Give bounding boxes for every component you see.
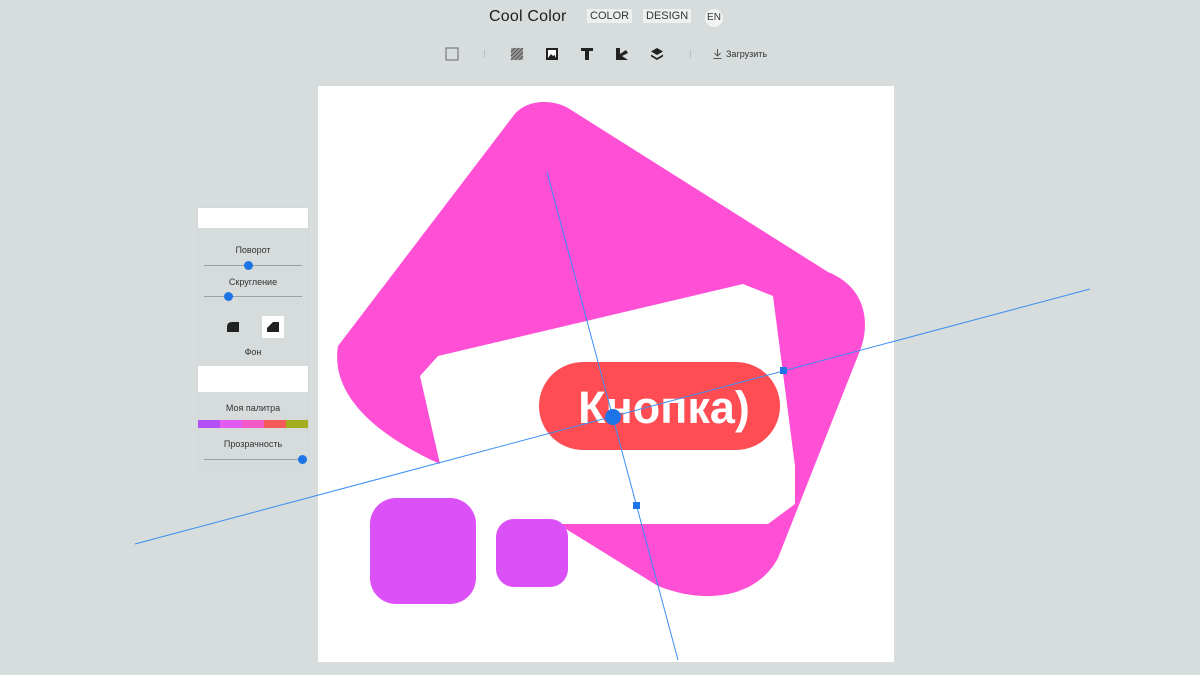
palette-swatch[interactable] — [264, 420, 286, 428]
opacity-label: Прозрачность — [223, 439, 283, 449]
sharp-corner-button[interactable] — [262, 316, 284, 338]
nav-design-link[interactable]: DESIGN — [643, 9, 692, 23]
language-switch[interactable]: EN — [705, 9, 723, 27]
design-canvas[interactable]: Кнопка) — [318, 86, 894, 662]
palette-swatch[interactable] — [198, 420, 220, 428]
text-tool-icon[interactable] — [579, 46, 595, 62]
shape-tool-icon[interactable] — [614, 46, 630, 62]
button-text[interactable]: Кнопка) — [578, 382, 750, 433]
toolbar-divider — [484, 50, 485, 58]
small-rounded-square[interactable] — [496, 519, 568, 587]
background-label: Фон — [244, 347, 262, 357]
opacity-slider-knob[interactable] — [297, 455, 307, 464]
background-color-swatch[interactable] — [198, 366, 308, 392]
properties-panel: Поворот Скругление Фон Моя палитра Прозр… — [198, 208, 308, 470]
rounding-label: Скругление — [228, 277, 278, 287]
rotation-slider-knob[interactable] — [243, 261, 253, 270]
rotation-label: Поворот — [235, 245, 271, 255]
upload-label: Загрузить — [726, 49, 768, 59]
pattern-tool-icon[interactable] — [509, 46, 525, 62]
palette-label: Моя палитра — [225, 403, 281, 413]
toolbar-divider — [690, 50, 691, 58]
app-title: Cool Color — [489, 8, 567, 25]
round-corner-button[interactable] — [222, 316, 244, 338]
palette-swatch[interactable] — [220, 420, 242, 428]
large-rounded-square[interactable] — [370, 498, 476, 604]
palette-swatch[interactable] — [242, 420, 264, 428]
rounding-slider-knob[interactable] — [224, 292, 233, 301]
download-arrow-icon — [713, 49, 722, 59]
layers-tool-icon[interactable] — [649, 46, 665, 62]
round-corner-icon — [227, 322, 239, 332]
frame-tool-icon[interactable] — [444, 46, 460, 62]
bevel-corner-icon — [267, 322, 279, 332]
panel-header — [198, 208, 308, 228]
nav-color-link[interactable]: COLOR — [587, 9, 633, 23]
rounding-slider[interactable] — [204, 292, 302, 301]
image-tool-icon[interactable] — [544, 46, 560, 62]
rotation-slider[interactable] — [204, 261, 302, 270]
palette-strip[interactable] — [198, 420, 308, 428]
upload-button[interactable]: Загрузить — [713, 49, 767, 59]
opacity-slider[interactable] — [204, 455, 307, 464]
palette-swatch[interactable] — [286, 420, 308, 428]
